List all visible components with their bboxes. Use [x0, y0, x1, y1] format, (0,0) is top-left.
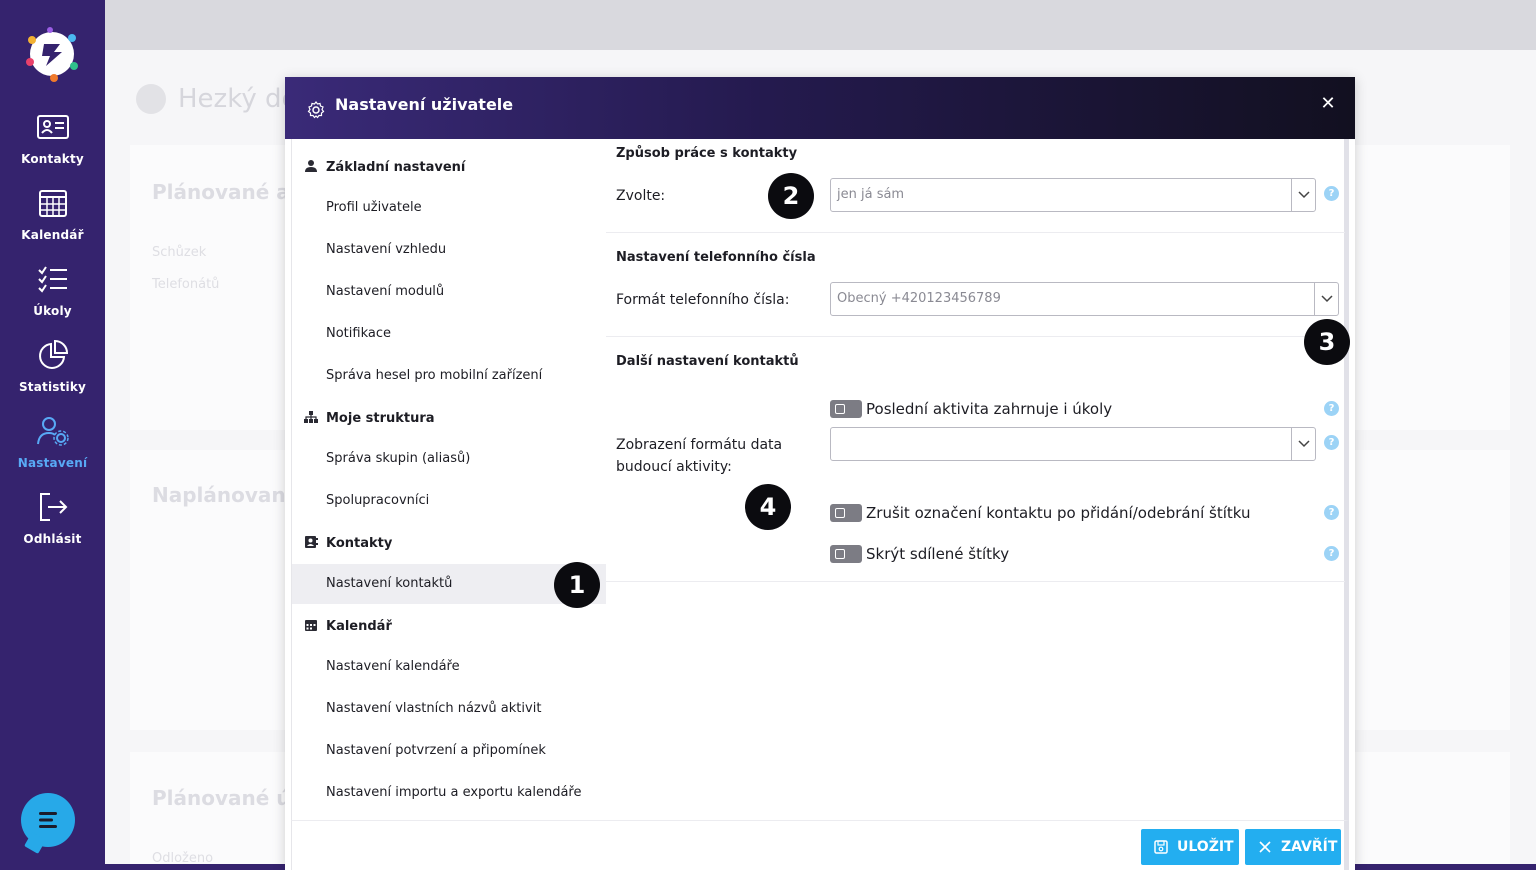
chevron-down-icon — [1291, 428, 1315, 460]
help-icon[interactable]: ? — [1324, 505, 1339, 520]
modal-footer: ULOŽIT ZAVŘÍT — [291, 820, 1349, 870]
help-icon[interactable]: ? — [1324, 186, 1339, 201]
chat-button[interactable] — [21, 793, 75, 847]
nav-label: Kontakty — [21, 152, 84, 166]
user-settings-icon — [36, 417, 69, 446]
menu-item-calendar-settings[interactable]: Nastavení kalendáře — [292, 647, 606, 687]
nav-nastaveni[interactable]: Nastavení — [0, 414, 105, 484]
nav-label: Odhlásit — [23, 532, 82, 546]
org-chart-icon — [304, 411, 318, 423]
menu-item-activity-names[interactable]: Nastavení vlastních názvů aktivit — [292, 689, 606, 729]
toggle-label: Zrušit označení kontaktu po přidání/odeb… — [866, 504, 1251, 522]
menu-item-groups[interactable]: Správa skupin (aliasů) — [292, 439, 606, 479]
divider — [606, 232, 1345, 233]
annotation-badge: 2 — [768, 173, 814, 219]
date-format-label-line2: budoucí aktivity: — [616, 459, 732, 475]
top-bar — [105, 0, 1536, 50]
contact-mode-value: jen já sám — [837, 187, 905, 202]
calendar-small-icon — [305, 620, 317, 631]
pie-chart-icon — [38, 339, 68, 369]
date-format-select[interactable] — [830, 427, 1316, 461]
user-settings-modal: Nastavení uživatele ✕ Základní nastavení… — [285, 77, 1355, 870]
nav-label: Kalendář — [21, 228, 84, 242]
help-icon[interactable]: ? — [1324, 401, 1339, 416]
contact-book-icon — [305, 536, 318, 548]
person-icon — [305, 160, 317, 172]
menu-item-profile[interactable]: Profil uživatele — [292, 188, 606, 228]
avatar — [136, 84, 166, 114]
close-label: ZAVŘÍT — [1281, 839, 1338, 855]
menu-item-reminders[interactable]: Nastavení potvrzení a připomínek — [292, 731, 606, 771]
divider — [606, 336, 1345, 337]
close-icon[interactable]: ✕ — [1315, 91, 1341, 117]
toggle-label: Skrýt sdílené štítky — [866, 545, 1010, 563]
date-format-label-line1: Zobrazení formátu data — [616, 437, 783, 453]
menu-section-contacts: Kontakty — [304, 535, 392, 551]
annotation-badge: 4 — [745, 484, 791, 530]
section-title: Způsob práce s kontakty — [616, 146, 798, 161]
menu-section-structure: Moje struktura — [304, 410, 435, 426]
dashboard-card-title: Naplánované — [152, 483, 300, 507]
close-button[interactable]: ZAVŘÍT — [1245, 829, 1341, 865]
dashboard-card-title: Plánované ak — [152, 180, 304, 204]
help-icon[interactable]: ? — [1324, 546, 1339, 561]
modal-header: Nastavení uživatele ✕ — [285, 77, 1355, 139]
help-icon[interactable]: ? — [1324, 435, 1339, 450]
menu-section-calendar: Kalendář — [304, 618, 392, 634]
x-icon — [1259, 841, 1271, 853]
dashboard-row-label: Telefonátů — [152, 277, 220, 292]
chevron-down-icon — [1291, 179, 1315, 211]
chat-icon — [39, 812, 57, 828]
contact-card-icon — [36, 115, 69, 139]
save-label: ULOŽIT — [1177, 839, 1234, 855]
phone-format-select[interactable]: Obecný +420123456789 — [830, 282, 1339, 316]
menu-item-modules[interactable]: Nastavení modulů — [292, 272, 606, 312]
choose-label: Zvolte: — [616, 188, 666, 204]
modal-title: Nastavení uživatele — [335, 95, 514, 114]
nav-label: Statistiky — [18, 380, 87, 394]
app-sidebar: Kontakty Kalendář Úkoly Statistiky Nasta… — [0, 0, 105, 870]
nav-ukoly[interactable]: Úkoly — [0, 262, 105, 332]
phone-format-value: Obecný +420123456789 — [837, 291, 1001, 306]
annotation-badge: 1 — [554, 562, 600, 608]
section-title: Nastavení telefonního čísla — [616, 250, 816, 265]
tasks-icon — [37, 266, 67, 293]
calendar-icon — [38, 190, 67, 217]
menu-item-collaborators[interactable]: Spolupracovníci — [292, 481, 606, 521]
settings-menu: Základní nastavení Profil uživatele Nast… — [292, 139, 606, 820]
last-activity-toggle[interactable] — [830, 400, 862, 418]
nav-odhlasit[interactable]: Odhlásit — [0, 490, 105, 560]
nav-label: Nastavení — [17, 456, 88, 470]
divider — [606, 581, 1345, 582]
contact-mode-select[interactable]: jen já sám — [830, 178, 1316, 212]
menu-item-mobile-passwords[interactable]: Správa hesel pro mobilní zařízení — [292, 356, 606, 396]
app-logo-icon — [26, 27, 78, 82]
nav-kontakty[interactable]: Kontakty — [0, 110, 105, 180]
toggle-label: Poslední aktivita zahrnuje i úkoly — [866, 400, 1113, 418]
hide-shared-tags-toggle[interactable] — [830, 545, 862, 563]
nav-kalendar[interactable]: Kalendář — [0, 186, 105, 256]
contact-settings-panel: Způsob práce s kontakty Zvolte: jen já s… — [606, 139, 1345, 820]
dashboard-card-title: Plánované úk — [152, 786, 304, 810]
save-button[interactable]: ULOŽIT — [1141, 829, 1239, 865]
section-title: Další nastavení kontaktů — [616, 354, 799, 369]
gear-icon — [307, 101, 325, 119]
menu-section-basic: Základní nastavení — [304, 159, 465, 175]
dashboard-row-label: Schůzek — [152, 245, 207, 260]
greeting-text: Hezký de — [178, 84, 298, 114]
logout-icon — [39, 493, 67, 521]
modal-body: Základní nastavení Profil uživatele Nast… — [291, 139, 1349, 820]
nav-statistiky[interactable]: Statistiky — [0, 338, 105, 408]
untag-contact-toggle[interactable] — [830, 504, 862, 522]
menu-item-notifications[interactable]: Notifikace — [292, 314, 606, 354]
chevron-down-icon — [1314, 283, 1338, 315]
floppy-disk-icon — [1154, 840, 1168, 854]
annotation-badge: 3 — [1304, 319, 1350, 365]
phone-format-label: Formát telefonního čísla: — [616, 292, 790, 308]
menu-item-appearance[interactable]: Nastavení vzhledu — [292, 230, 606, 270]
nav-label: Úkoly — [33, 304, 72, 318]
menu-item-import-export[interactable]: Nastavení importu a exportu kalendáře — [292, 773, 606, 813]
